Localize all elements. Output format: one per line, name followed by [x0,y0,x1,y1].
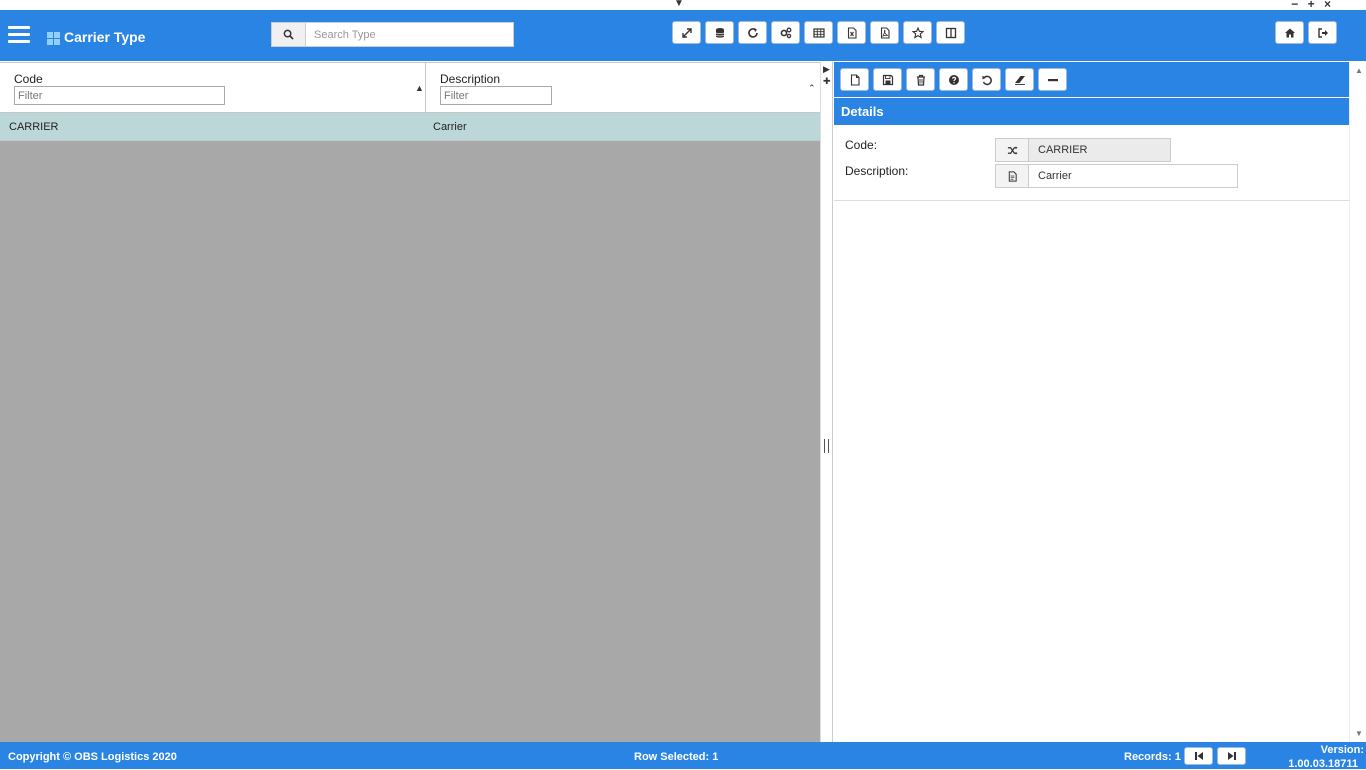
step-backward-icon [1194,752,1203,760]
save-icon [882,74,893,85]
pane-splitter[interactable]: ▶ ✚ [820,62,833,742]
file-icon [850,73,860,86]
field-label-description: Description: [845,164,909,178]
logout-button[interactable] [1308,21,1337,44]
version-number: 1.00.03.18711 [1288,758,1358,770]
top-strip: ▼ − + × [0,0,1366,11]
eraser-icon [1014,75,1025,85]
header-right-toolbar [1275,21,1337,44]
details-title: Details [834,98,1349,125]
copyright: Copyright © OBS Logistics 2020 [8,751,177,763]
sign-out-icon [1317,27,1328,38]
shuffle-icon [996,139,1029,161]
question-icon [948,74,959,85]
minimize-button[interactable] [1038,68,1067,91]
table-row[interactable]: CARRIER Carrier [0,113,820,141]
delete-button[interactable] [906,68,935,91]
export-excel-button[interactable] [837,21,866,44]
last-page-button[interactable] [1217,747,1246,765]
favorite-button[interactable] [903,21,932,44]
cell-description: Carrier [433,121,467,133]
version-label: Version: [1320,744,1364,756]
code-field: CARRIER [995,138,1171,162]
search-icon [283,29,294,40]
cell-code: CARRIER [9,121,59,133]
column-header-label: Code [14,72,43,86]
detail-panel: Details Code: CARRIER Description: Carri… [834,62,1349,742]
collapse-arrow-icon[interactable]: ▶ [823,64,830,75]
export-pdf-button[interactable] [870,21,899,44]
minus-icon [1047,78,1058,81]
pin-icon[interactable]: ✚ [823,76,831,87]
sort-icon[interactable]: ⌃ [808,83,816,94]
first-page-button[interactable] [1184,747,1213,765]
home-icon [1284,28,1295,37]
field-label-code: Code: [845,138,878,152]
clear-button[interactable] [1005,68,1034,91]
search-button[interactable] [272,23,306,46]
table-icon [812,27,825,38]
search-input[interactable] [306,23,513,46]
scroll-down-icon[interactable]: ▼ [1355,729,1363,738]
description-filter-input[interactable] [440,86,552,105]
details-form: Code: CARRIER Description: Carrier [834,125,1349,201]
database-icon [715,27,724,38]
row-selected-count: Row Selected: 1 [634,751,719,763]
grid-view-button[interactable] [804,21,833,44]
file-pdf-icon [880,26,890,39]
refresh-button[interactable] [738,21,767,44]
columns-icon [945,27,956,38]
refresh-icon [747,27,758,38]
help-button[interactable] [939,68,968,91]
detail-toolbar [834,62,1349,97]
undo-icon [982,75,992,85]
app-header: Carrier Type [0,10,1366,61]
main-toolbar [672,21,965,44]
expand-icon [681,27,692,38]
description-value[interactable]: Carrier [1029,165,1237,187]
file-excel-icon [847,26,857,39]
menu-icon[interactable] [8,26,30,44]
star-icon [911,26,924,39]
column-header-label: Description [440,72,501,86]
code-filter-input[interactable] [14,86,225,105]
status-bar: Copyright © OBS Logistics 2020 Row Selec… [0,742,1366,770]
database-button[interactable] [705,21,734,44]
column-description[interactable]: Description ⌃ [426,63,820,113]
new-record-button[interactable] [840,68,869,91]
grid-header: Code ▲ Description ⌃ [0,62,820,113]
app-grid-icon [47,32,60,45]
columns-button[interactable] [936,21,965,44]
settings-button[interactable] [771,21,800,44]
gears-icon [780,27,791,38]
records-grid: Code ▲ Description ⌃ CARRIER Carrier [0,62,820,742]
collapse-header-icon[interactable]: ▼ [674,0,684,9]
description-field[interactable]: Carrier [995,164,1238,188]
scroll-up-icon[interactable]: ▲ [1355,66,1363,75]
records-count: Records: 1 [1124,751,1181,763]
sort-asc-icon[interactable]: ▲ [415,83,424,93]
save-button[interactable] [873,68,902,91]
home-button[interactable] [1275,21,1304,44]
page-title: Carrier Type [64,29,146,45]
code-value: CARRIER [1038,144,1088,156]
trash-icon [916,74,925,86]
splitter-grip[interactable] [824,439,829,453]
expand-button[interactable] [672,21,701,44]
step-forward-icon [1227,752,1236,760]
document-icon [996,165,1029,187]
detail-scrollbar[interactable]: ▲ ▼ [1349,62,1366,742]
undo-button[interactable] [972,68,1001,91]
search-box [271,22,514,47]
column-code[interactable]: Code ▲ [0,63,426,113]
